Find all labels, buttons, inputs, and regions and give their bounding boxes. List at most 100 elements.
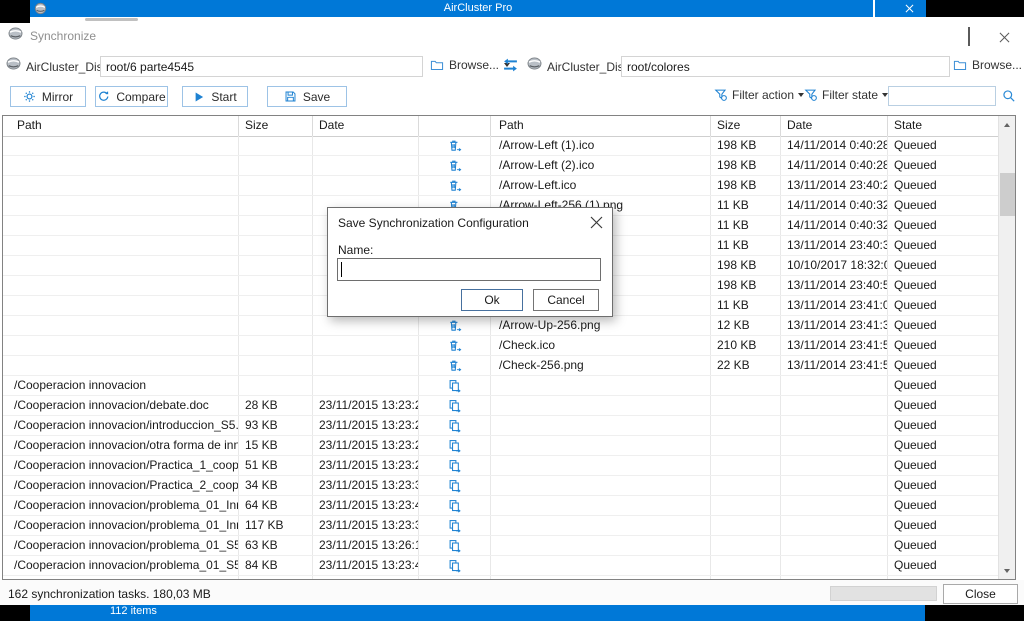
save-button[interactable]: Save bbox=[267, 86, 347, 107]
header-right-size[interactable]: Size bbox=[711, 116, 781, 136]
copy-action-icon[interactable] bbox=[448, 499, 462, 513]
save-label: Save bbox=[303, 90, 330, 104]
cancel-button[interactable]: Cancel bbox=[533, 289, 599, 311]
swap-directions-icon[interactable] bbox=[502, 57, 519, 73]
delete-action-icon[interactable] bbox=[448, 139, 462, 153]
delete-action-icon[interactable] bbox=[448, 319, 462, 333]
table-row[interactable]: /Arrow-Left (2).ico 198 KB 14/11/2014 0:… bbox=[3, 156, 998, 176]
delete-action-icon[interactable] bbox=[448, 159, 462, 173]
table-row[interactable]: /Check-256.png 22 KB 13/11/2014 23:41:54… bbox=[3, 356, 998, 376]
destination-browse-button[interactable]: Browse... bbox=[953, 58, 1024, 72]
right-date-cell: 14/11/2014 0:40:28 bbox=[781, 156, 888, 175]
maximize-icon[interactable] bbox=[873, 0, 875, 18]
right-path-cell bbox=[491, 496, 711, 515]
copy-action-icon[interactable] bbox=[448, 519, 462, 533]
folder-icon bbox=[953, 59, 967, 71]
copy-action-icon[interactable] bbox=[448, 539, 462, 553]
search-input[interactable] bbox=[888, 86, 996, 106]
main-window-titlebar[interactable]: AirCluster Pro bbox=[30, 0, 926, 17]
right-path-cell bbox=[491, 516, 711, 535]
source-browse-button[interactable]: Browse... bbox=[430, 58, 510, 72]
filter-action-dropdown[interactable]: Filter action bbox=[714, 88, 804, 102]
header-state[interactable]: State bbox=[888, 116, 998, 136]
state-cell: Queued bbox=[888, 276, 998, 295]
table-row[interactable]: /Arrow-Up-256.png 12 KB 13/11/2014 23:41… bbox=[3, 316, 998, 336]
left-path-cell: /Cooperacion innovacion/problema_01_S50.… bbox=[3, 556, 239, 575]
table-row[interactable]: /Cooperacion innovacion/Practica_2_coope… bbox=[3, 476, 998, 496]
state-cell: Queued bbox=[888, 396, 998, 415]
right-size-cell bbox=[711, 496, 781, 515]
left-path-cell bbox=[3, 216, 239, 235]
header-right-path[interactable]: Path bbox=[491, 116, 711, 136]
delete-action-icon[interactable] bbox=[448, 179, 462, 193]
copy-action-icon[interactable] bbox=[448, 479, 462, 493]
delete-action-icon[interactable] bbox=[448, 339, 462, 353]
right-size-cell: 11 KB bbox=[711, 216, 781, 235]
table-row[interactable]: /Cooperacion innovacion Queued bbox=[3, 376, 998, 396]
delete-action-icon[interactable] bbox=[448, 359, 462, 373]
left-date-cell bbox=[313, 376, 419, 395]
header-left-path[interactable]: Path bbox=[3, 116, 239, 136]
close-icon[interactable] bbox=[905, 4, 914, 13]
name-input[interactable] bbox=[337, 258, 601, 281]
left-path-cell bbox=[3, 256, 239, 275]
left-date-cell: 23/11/2015 13:23:39 bbox=[313, 476, 419, 495]
compare-button[interactable]: Compare bbox=[95, 86, 168, 107]
maximize-icon[interactable] bbox=[968, 28, 970, 46]
table-row[interactable]: /Cooperacion innovacion/introduccion_S5.… bbox=[3, 416, 998, 436]
close-button[interactable]: Close bbox=[943, 584, 1018, 604]
scroll-up-icon[interactable] bbox=[999, 116, 1015, 133]
table-row[interactable]: /Cooperacion innovacion/debate.doc 28 KB… bbox=[3, 396, 998, 416]
save-configuration-dialog: Save Synchronization Configuration Name:… bbox=[327, 207, 613, 317]
search-icon[interactable] bbox=[1002, 89, 1016, 103]
right-date-cell: 13/11/2014 23:41:34 bbox=[781, 316, 888, 335]
copy-action-icon[interactable] bbox=[448, 559, 462, 573]
table-row[interactable]: /Cooperacion innovacion/problema_01_S50.… bbox=[3, 556, 998, 576]
start-button[interactable]: Start bbox=[182, 86, 248, 107]
left-size-cell bbox=[239, 336, 313, 355]
header-right-date[interactable]: Date bbox=[781, 116, 888, 136]
table-row[interactable]: /Arrow-Left.ico 198 KB 13/11/2014 23:40:… bbox=[3, 176, 998, 196]
close-icon[interactable] bbox=[590, 216, 603, 229]
table-row[interactable]: /Cooperacion innovacion/problema_01_Inn.… bbox=[3, 516, 998, 536]
right-date-cell bbox=[781, 536, 888, 555]
right-size-cell bbox=[711, 536, 781, 555]
left-size-cell bbox=[239, 296, 313, 315]
left-size-cell bbox=[239, 576, 313, 579]
scroll-down-icon[interactable] bbox=[999, 562, 1015, 579]
copy-action-icon[interactable] bbox=[448, 439, 462, 453]
sync-window-title: Synchronize bbox=[30, 29, 96, 43]
table-row[interactable]: /Cooperacion innovacion/problema_01_Inn.… bbox=[3, 496, 998, 516]
play-icon bbox=[193, 91, 205, 103]
table-row[interactable]: /Cooperacion innovacion/otra forma de in… bbox=[3, 436, 998, 456]
action-cell bbox=[419, 456, 491, 475]
table-row[interactable]: Queued bbox=[3, 576, 998, 579]
source-disk-icon bbox=[6, 57, 21, 70]
destination-path-input[interactable] bbox=[621, 56, 950, 77]
copy-action-icon[interactable] bbox=[448, 459, 462, 473]
copy-action-icon[interactable] bbox=[448, 579, 462, 580]
ok-button[interactable]: Ok bbox=[461, 289, 523, 311]
mirror-button[interactable]: Mirror bbox=[10, 86, 86, 107]
table-row[interactable]: /Cooperacion innovacion/problema_01_S5..… bbox=[3, 536, 998, 556]
copy-action-icon[interactable] bbox=[448, 379, 462, 393]
header-left-date[interactable]: Date bbox=[313, 116, 419, 136]
source-path-input[interactable] bbox=[100, 56, 423, 77]
sync-statusbar: 162 synchronization tasks. 180,03 MB Clo… bbox=[0, 580, 1024, 605]
table-row[interactable]: /Check.ico 210 KB 13/11/2014 23:41:51 Qu… bbox=[3, 336, 998, 356]
filter-state-dropdown[interactable]: Filter state bbox=[804, 88, 888, 102]
vertical-scrollbar[interactable] bbox=[998, 116, 1015, 579]
text-caret bbox=[341, 262, 342, 277]
copy-action-icon[interactable] bbox=[448, 419, 462, 433]
left-date-cell: 23/11/2015 13:23:27 bbox=[313, 416, 419, 435]
copy-action-icon[interactable] bbox=[448, 399, 462, 413]
scrollbar-thumb[interactable] bbox=[1000, 173, 1015, 216]
gear-icon bbox=[23, 90, 36, 103]
left-path-cell bbox=[3, 236, 239, 255]
left-size-cell: 64 KB bbox=[239, 496, 313, 515]
header-left-size[interactable]: Size bbox=[239, 116, 313, 136]
table-row[interactable]: /Arrow-Left (1).ico 198 KB 14/11/2014 0:… bbox=[3, 136, 998, 156]
right-size-cell bbox=[711, 456, 781, 475]
close-icon[interactable] bbox=[999, 32, 1010, 43]
table-row[interactable]: /Cooperacion innovacion/Practica_1_coope… bbox=[3, 456, 998, 476]
